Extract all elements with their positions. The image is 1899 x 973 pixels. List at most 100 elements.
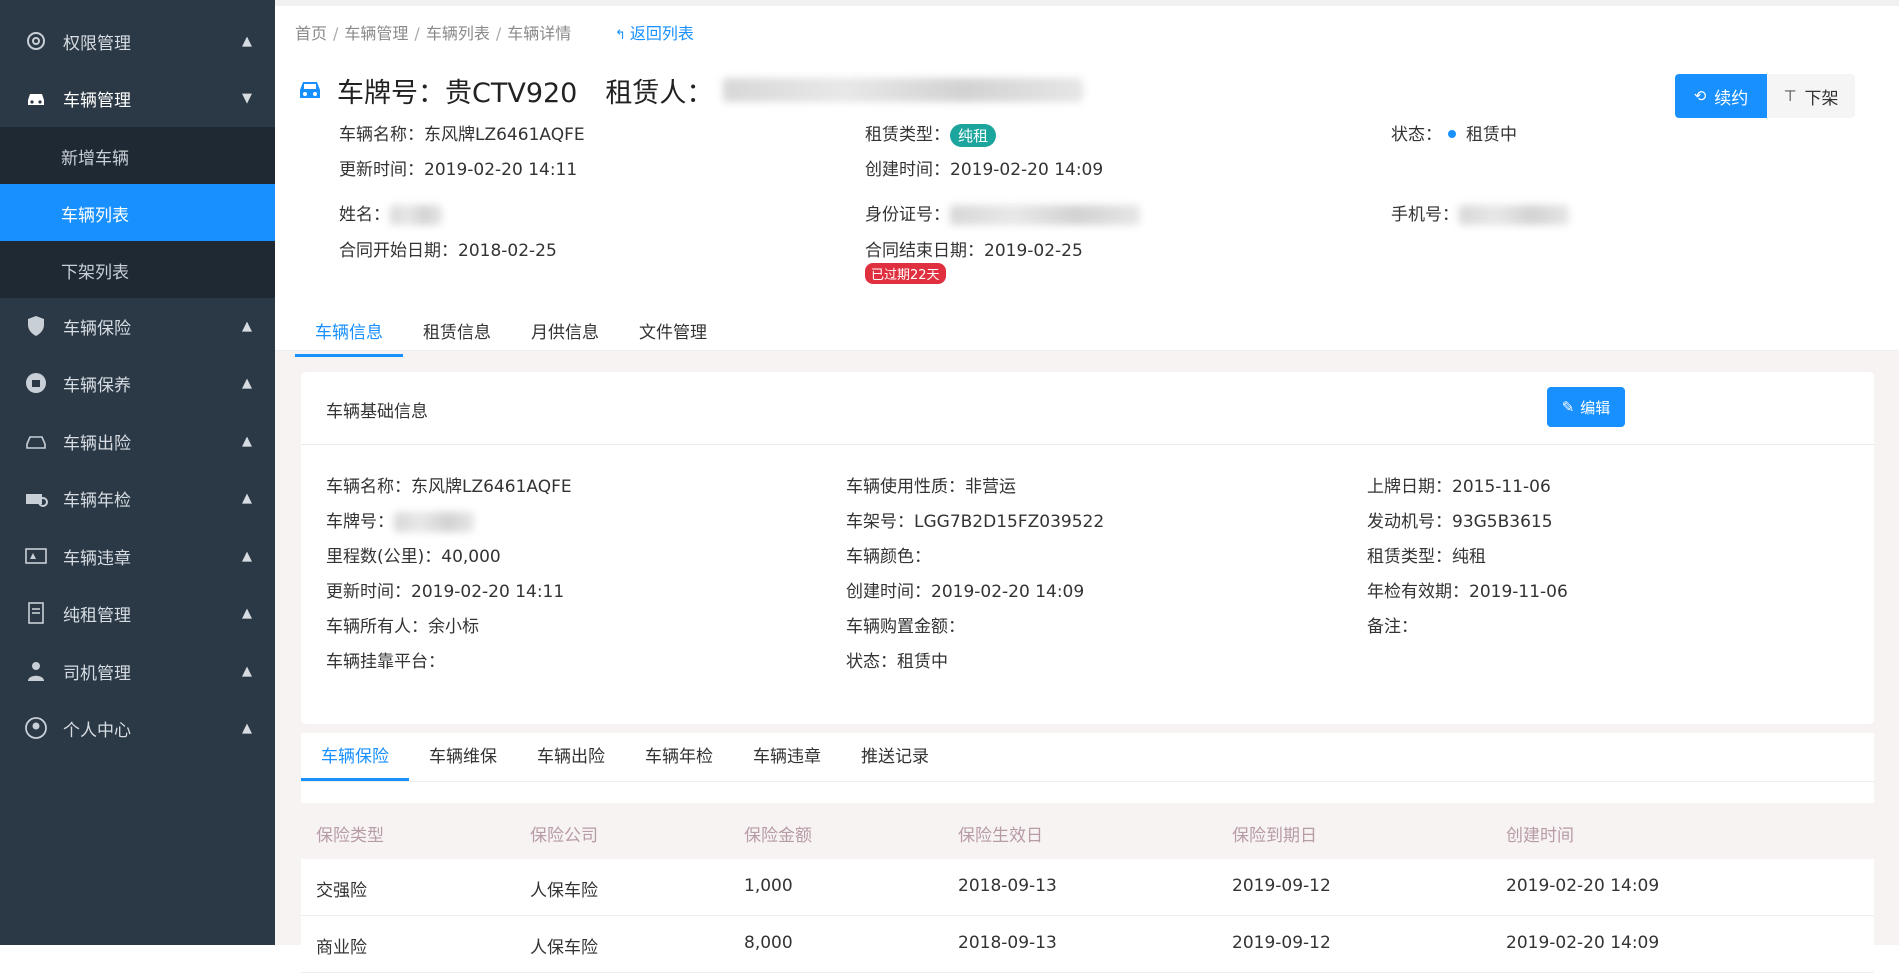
sidebar-item-label: 车辆保险 bbox=[63, 319, 131, 339]
field-mileage: 里程数(公里)：40,000 bbox=[326, 547, 501, 567]
sidebar-item-profile[interactable]: 个人中心 ▲ bbox=[0, 700, 275, 757]
chevron-down-icon: ▼ bbox=[242, 91, 252, 106]
summary-name: 姓名： bbox=[339, 200, 442, 225]
summary-phone: 手机号： bbox=[1391, 200, 1569, 225]
chevron-up-icon: ▲ bbox=[242, 606, 252, 621]
chevron-up-icon: ▲ bbox=[242, 319, 252, 334]
sidebar-item-accident[interactable]: 车辆出险 ▲ bbox=[0, 413, 275, 470]
breadcrumb-vehicle-list[interactable]: 车辆列表 bbox=[426, 24, 490, 43]
summary-contract-end: 合同结束日期：2019-02-25 bbox=[865, 241, 1083, 261]
field-owner: 车辆所有人：余小标 bbox=[326, 617, 479, 637]
card-title: 车辆基础信息 bbox=[326, 402, 428, 422]
driver-icon bbox=[28, 662, 44, 681]
column-header[interactable]: 保险生效日 bbox=[958, 821, 1043, 846]
tab-inspection[interactable]: 车辆年检 bbox=[625, 733, 733, 781]
summary-created: 创建时间：2019-02-20 14:09 bbox=[865, 160, 1104, 180]
accident-car-icon bbox=[26, 436, 46, 449]
renter-label: 租赁人： bbox=[605, 77, 714, 109]
field-lease-type: 租赁类型：纯租 bbox=[1367, 547, 1486, 567]
sidebar-item-label: 司机管理 bbox=[63, 664, 131, 684]
sidebar-item-drivers[interactable]: 司机管理 ▲ bbox=[0, 643, 275, 700]
field-vehicle-name: 车辆名称：东风牌LZ6461AQFE bbox=[326, 477, 572, 497]
chevron-up-icon: ▲ bbox=[242, 376, 252, 391]
sidebar-item-label: 车辆保养 bbox=[63, 376, 131, 396]
field-updated: 更新时间：2019-02-20 14:11 bbox=[326, 582, 565, 602]
field-remark: 备注： bbox=[1367, 617, 1418, 637]
sidebar-item-violations[interactable]: 车辆违章 ▲ bbox=[0, 528, 275, 585]
sidebar-item-label: 车辆出险 bbox=[63, 434, 131, 454]
vehicle-basic-info-card: 车辆基础信息 ✎ 编辑 车辆名称：东风牌LZ6461AQFE 车辆使用性质：非营运… bbox=[301, 372, 1874, 724]
field-vin: 车架号：LGG7B2D15FZ039522 bbox=[846, 512, 1105, 532]
field-purchase-amount: 车辆购置金额： bbox=[846, 617, 965, 637]
tab-accident[interactable]: 车辆出险 bbox=[517, 733, 625, 781]
table-cell: 人保车险 bbox=[530, 938, 598, 958]
sidebar-item-insurance[interactable]: 车辆保险 ▲ bbox=[0, 298, 275, 355]
table-cell: 2019-02-20 14:09 bbox=[1506, 876, 1660, 896]
field-usage: 车辆使用性质：非营运 bbox=[846, 477, 1016, 497]
sidebar-item-vehicles[interactable]: 车辆管理 ▼ bbox=[0, 70, 275, 127]
sidebar-item-pure-lease[interactable]: 纯租管理 ▲ bbox=[0, 585, 275, 642]
sidebar-item-label: 纯租管理 bbox=[63, 606, 131, 626]
edit-button[interactable]: ✎ 编辑 bbox=[1547, 387, 1625, 427]
car-icon bbox=[28, 94, 44, 105]
tab-insurance[interactable]: 车辆保险 bbox=[301, 733, 409, 781]
sidebar-item-maintenance[interactable]: 车辆保养 ▲ bbox=[0, 355, 275, 412]
renew-button[interactable]: ⟲ 续约 bbox=[1675, 74, 1767, 118]
tab-push-records[interactable]: 推送记录 bbox=[841, 733, 949, 781]
title-row: 车牌号：贵CTV920 租赁人： bbox=[297, 72, 1084, 109]
sidebar-item-annual-inspection[interactable]: 车辆年检 ▲ bbox=[0, 470, 275, 527]
sidebar: 权限管理 ▲ 车辆管理 ▼ 新增车辆 车辆列表 下架列表 车辆保险 ▲ 车辆保养… bbox=[0, 0, 275, 945]
chevron-up-icon: ▲ bbox=[242, 491, 252, 506]
table-cell: 商业险 bbox=[316, 938, 367, 958]
column-header[interactable]: 保险公司 bbox=[530, 821, 598, 846]
sidebar-subitem-delisted[interactable]: 下架列表 bbox=[0, 241, 275, 298]
breadcrumb-vehicle-mgmt[interactable]: 车辆管理 bbox=[344, 24, 408, 43]
sidebar-subitem-label: 下架列表 bbox=[61, 263, 129, 283]
table-cell: 1,000 bbox=[744, 876, 793, 896]
sidebar-item-label: 车辆违章 bbox=[63, 549, 131, 569]
table-cell: 2018-09-13 bbox=[958, 933, 1057, 953]
sidebar-subitem-add-vehicle[interactable]: 新增车辆 bbox=[0, 127, 275, 184]
summary-updated: 更新时间：2019-02-20 14:11 bbox=[339, 160, 578, 180]
breadcrumb: 首页 / 车辆管理 / 车辆列表 / 车辆详情 bbox=[295, 24, 572, 43]
chevron-up-icon: ▲ bbox=[242, 549, 252, 564]
chevron-up-icon: ▲ bbox=[242, 721, 252, 736]
breadcrumb-home[interactable]: 首页 bbox=[295, 24, 327, 43]
plate-title: 车牌号：贵CTV920 bbox=[337, 77, 578, 109]
renter-value-redacted bbox=[723, 78, 1084, 102]
tab-maintenance[interactable]: 车辆维保 bbox=[409, 733, 517, 781]
tabs-divider bbox=[301, 781, 1874, 782]
back-to-list-link[interactable]: ↰ 返回列表 bbox=[615, 20, 694, 44]
inspection-icon bbox=[26, 494, 48, 507]
chevron-up-icon: ▲ bbox=[242, 434, 252, 449]
tab-violation[interactable]: 车辆违章 bbox=[733, 733, 841, 781]
table-row[interactable]: 交强险 人保车险 1,000 2018-09-13 2019-09-12 201… bbox=[301, 859, 1874, 916]
table-cell: 交强险 bbox=[316, 881, 367, 901]
column-header[interactable]: 保险到期日 bbox=[1232, 821, 1317, 846]
sidebar-subitem-vehicle-list[interactable]: 车辆列表 bbox=[0, 184, 275, 241]
lease-type-tag: 纯租 bbox=[950, 123, 997, 147]
breadcrumb-vehicle-detail: 车辆详情 bbox=[507, 24, 572, 43]
column-header[interactable]: 创建时间 bbox=[1506, 821, 1574, 846]
shield-icon bbox=[28, 316, 44, 336]
delist-icon: ⊤ bbox=[1783, 87, 1797, 105]
gear-icon bbox=[27, 32, 45, 50]
table-cell: 2019-02-20 14:09 bbox=[1506, 933, 1660, 953]
back-arrow-icon: ↰ bbox=[615, 28, 626, 43]
name-value-redacted bbox=[390, 205, 442, 225]
sidebar-item-label: 个人中心 bbox=[63, 721, 131, 741]
user-icon bbox=[25, 717, 47, 739]
sidebar-item-permissions[interactable]: 权限管理 ▲ bbox=[0, 13, 275, 70]
phone-value-redacted bbox=[1459, 205, 1569, 225]
column-header[interactable]: 保险类型 bbox=[316, 821, 384, 846]
car-icon bbox=[300, 82, 320, 98]
sidebar-item-label: 车辆管理 bbox=[63, 91, 131, 111]
field-plate: 车牌号： bbox=[326, 507, 474, 532]
field-inspection-valid: 年检有效期：2019-11-06 bbox=[1367, 582, 1568, 602]
field-status: 状态：租赁中 bbox=[846, 652, 948, 672]
records-section: 车辆保险 车辆维保 车辆出险 车辆年检 车辆违章 推送记录 保险类型 保险公司 … bbox=[301, 733, 1874, 973]
main-content: 首页 / 车辆管理 / 车辆列表 / 车辆详情 ↰ 返回列表 车牌号：贵CTV920 租赁人：… bbox=[275, 0, 1899, 973]
records-tabs: 车辆保险 车辆维保 车辆出险 车辆年检 车辆违章 推送记录 bbox=[301, 733, 949, 781]
column-header[interactable]: 保险金额 bbox=[744, 821, 812, 846]
delist-button[interactable]: ⊤ 下架 bbox=[1767, 74, 1855, 118]
